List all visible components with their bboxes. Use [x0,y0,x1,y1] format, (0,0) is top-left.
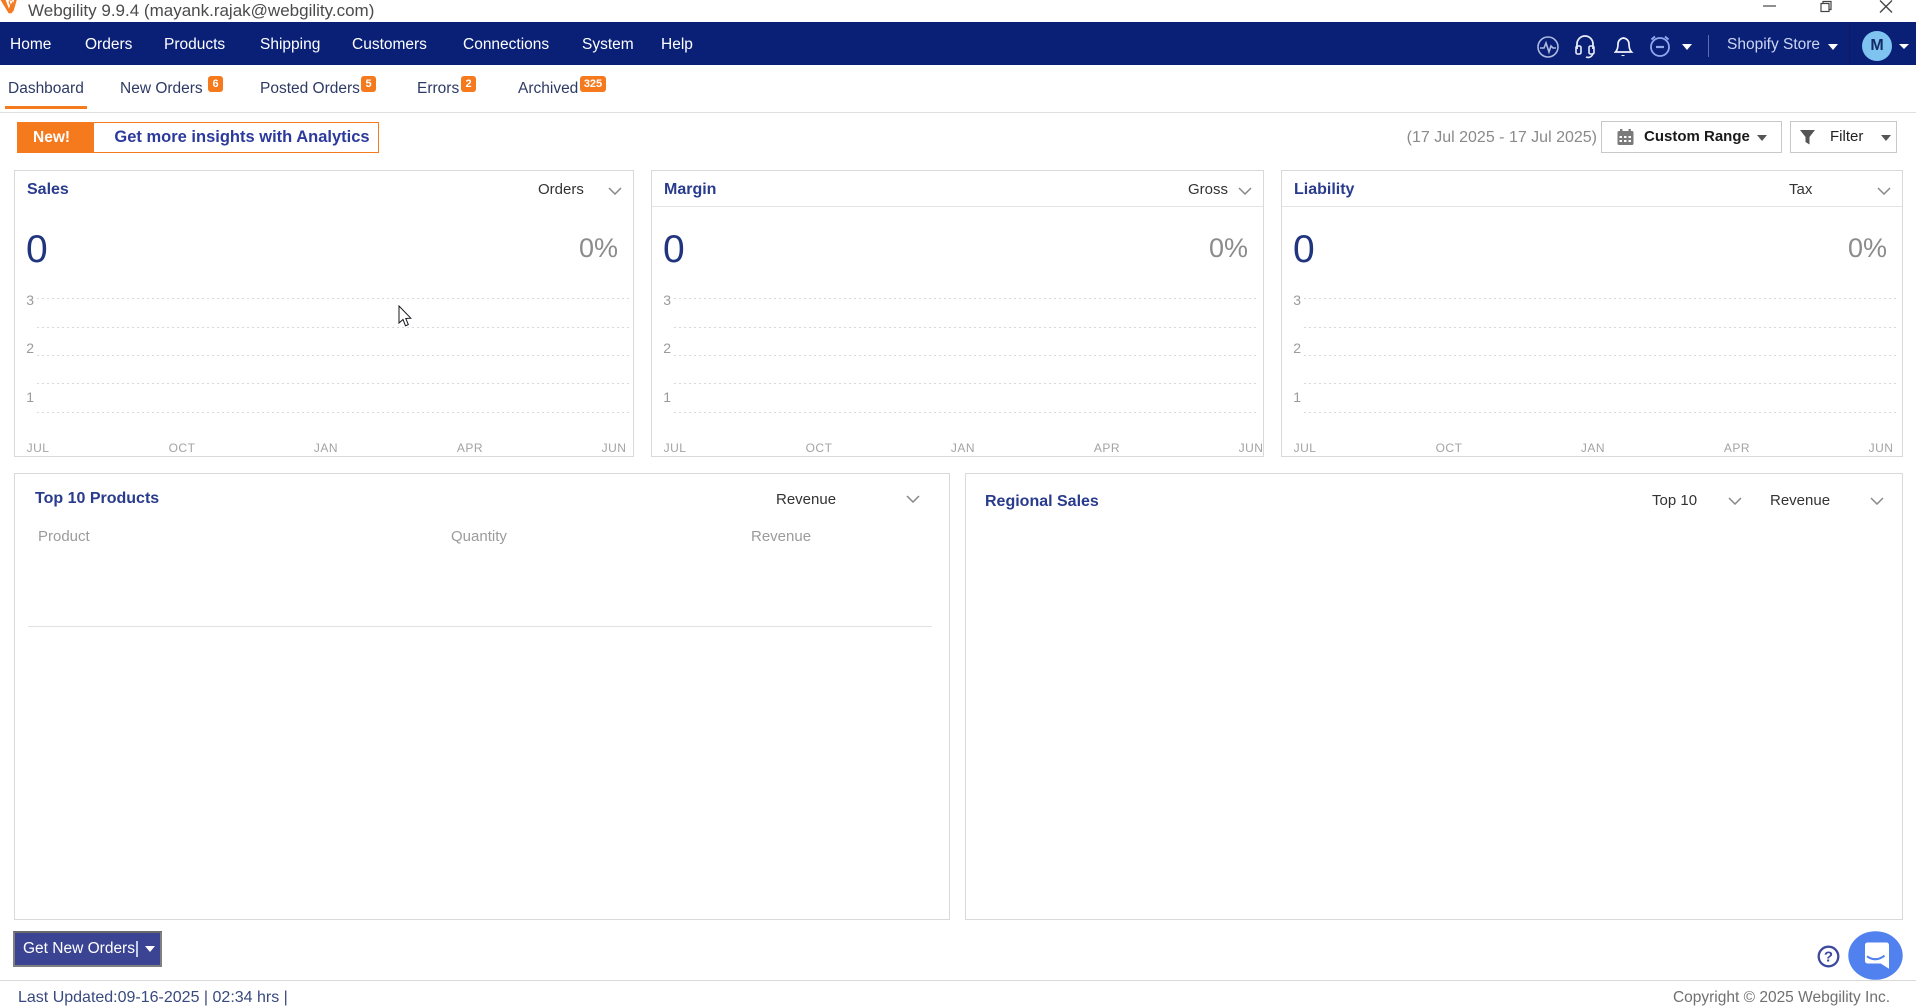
svg-text:?: ? [1824,948,1833,965]
